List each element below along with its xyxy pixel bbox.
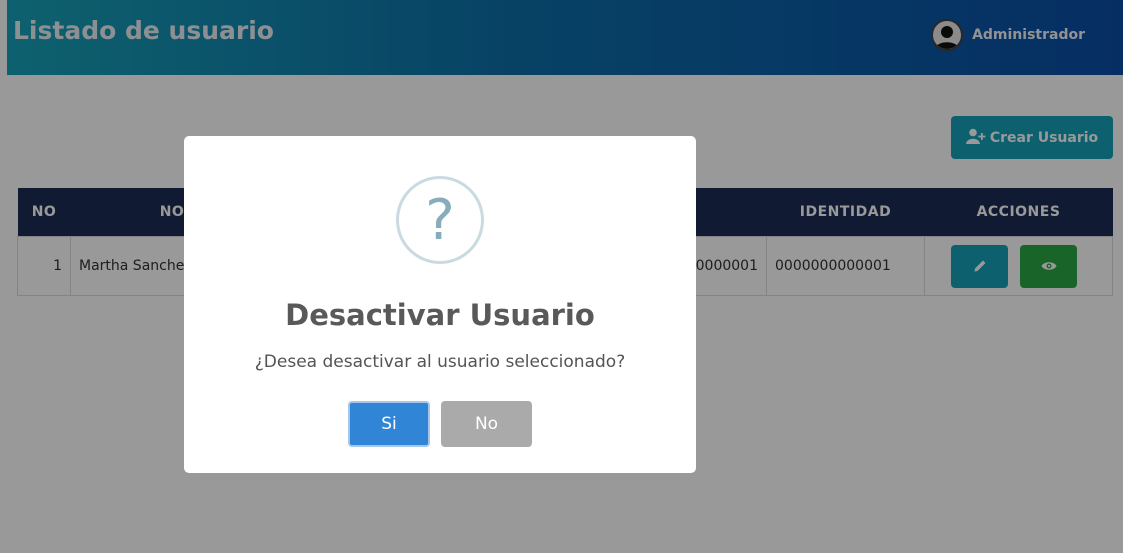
dialog-message: ¿Desea desactivar al usuario seleccionad… (254, 352, 626, 372)
dialog-title: Desactivar Usuario (285, 298, 595, 332)
confirm-button[interactable]: Si (348, 401, 430, 447)
cancel-button[interactable]: No (441, 401, 532, 447)
question-icon: ? (396, 176, 484, 264)
confirm-dialog: ? Desactivar Usuario ¿Desea desactivar a… (184, 136, 696, 473)
